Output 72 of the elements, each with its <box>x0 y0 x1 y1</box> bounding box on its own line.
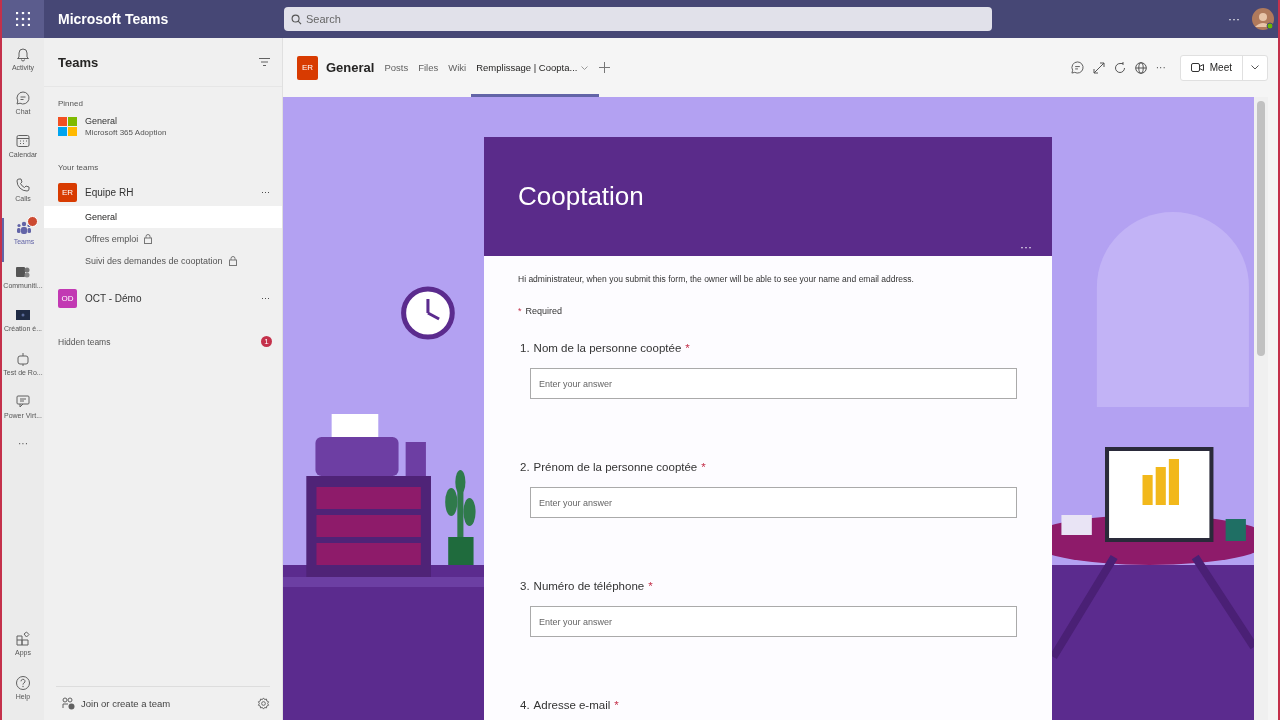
panel-title: Teams <box>58 54 99 70</box>
required-mark: * <box>614 699 619 711</box>
required-mark: * <box>648 580 653 592</box>
expand-icon[interactable] <box>1092 61 1105 74</box>
team-avatar: OD <box>58 288 77 308</box>
chevron-down-icon <box>1251 65 1259 70</box>
apps-icon <box>15 631 31 647</box>
required-mark: * <box>518 306 522 316</box>
search-field[interactable]: Search <box>284 7 992 31</box>
pinned-channel[interactable]: General Microsoft 365 Adoption <box>44 114 282 139</box>
app-launcher-icon[interactable] <box>2 0 44 38</box>
phone-icon <box>15 176 31 193</box>
answer-field[interactable]: Enter your answer <box>530 606 1017 637</box>
tab[interactable]: Wiki <box>443 38 472 97</box>
team-logo-icon <box>58 117 77 136</box>
more-button[interactable]: ··· <box>1155 62 1166 73</box>
question-number: 1. <box>520 342 530 354</box>
globe-icon[interactable] <box>1134 61 1147 74</box>
team-avatar: ER <box>297 55 318 80</box>
channel-item[interactable]: Offres emploi <box>44 228 282 250</box>
required-legend: Required <box>525 306 563 316</box>
calendar-icon <box>15 133 31 149</box>
question-label: Prénom de la personne cooptée <box>533 461 698 473</box>
channel-item[interactable]: Suivi des demandes de cooptation <box>44 250 282 272</box>
section-heading: Pinned <box>58 99 83 108</box>
search-icon <box>291 13 302 25</box>
app-title: Microsoft Teams <box>58 11 170 27</box>
team-name: Microsoft 365 Adoption <box>85 128 167 137</box>
required-mark: * <box>685 342 690 354</box>
question-label: Numéro de téléphone <box>533 580 645 592</box>
more-button[interactable]: ··· <box>1228 12 1240 26</box>
question-number: 2. <box>520 461 530 473</box>
form-title: Cooptation <box>518 181 644 212</box>
filter-icon[interactable] <box>259 58 270 66</box>
channel-title: General <box>326 60 375 75</box>
more-button[interactable]: ··· <box>1020 240 1032 254</box>
team-item[interactable]: OD OCT - Démo ··· <box>44 284 282 312</box>
question-number: 3. <box>520 580 530 592</box>
privacy-notice: Hi administrateur, when you submit this form, the owner will be able to see your name and email address. <box>518 274 915 284</box>
chat-icon <box>15 394 31 410</box>
add-tab-icon[interactable] <box>599 62 611 73</box>
scrollbar-thumb[interactable] <box>1257 101 1265 356</box>
question-label: Nom de la personne cooptée <box>533 342 682 354</box>
count-badge: 1 <box>261 336 272 347</box>
required-mark: * <box>701 461 706 473</box>
channel-item[interactable]: General <box>44 206 282 228</box>
tab[interactable]: Files <box>413 38 444 97</box>
people-add-icon <box>62 697 75 710</box>
team-item[interactable]: ER Equipe RH ··· <box>44 178 282 206</box>
channel-name: General <box>85 116 119 126</box>
section-heading: Your teams <box>58 163 99 172</box>
user-avatar[interactable] <box>1252 8 1274 30</box>
screen-icon <box>15 307 31 323</box>
refresh-icon[interactable] <box>1113 61 1126 74</box>
more-apps-button[interactable]: ··· <box>18 437 28 449</box>
answer-field[interactable]: Enter your answer <box>530 487 1017 518</box>
conversation-icon[interactable] <box>1070 61 1084 74</box>
bell-icon <box>15 46 31 62</box>
join-team-button[interactable]: Join or create a team <box>62 697 171 710</box>
help-icon <box>15 674 31 691</box>
chevron-down-icon[interactable] <box>581 65 589 70</box>
team-avatar: ER <box>58 182 77 202</box>
teams-icon <box>16 220 32 236</box>
chat-icon <box>15 89 31 106</box>
answer-field[interactable]: Enter your answer <box>530 368 1017 399</box>
bot-icon <box>15 350 31 367</box>
hidden-teams-label[interactable]: Hidden teams <box>58 336 111 347</box>
video-camera-icon <box>1190 62 1204 73</box>
question-number: 4. <box>520 699 530 711</box>
settings-icon[interactable] <box>257 697 270 710</box>
question-label: Adresse e-mail <box>533 699 611 711</box>
tab[interactable]: Posts <box>379 38 414 97</box>
